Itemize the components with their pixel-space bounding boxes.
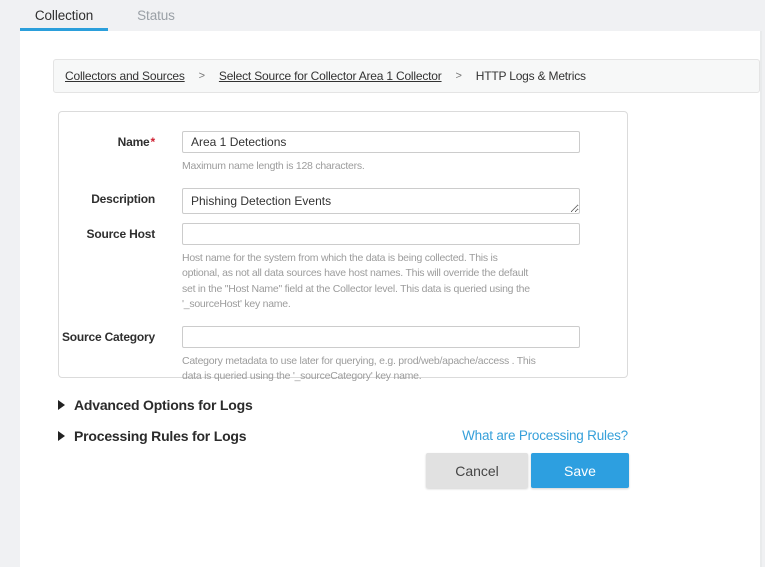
breadcrumb-separator: > [456,70,462,82]
breadcrumb-link-select-source[interactable]: Select Source for Collector Area 1 Colle… [219,69,442,83]
what-are-processing-rules-link[interactable]: What are Processing Rules? [462,428,628,443]
source-host-label: Source Host [59,223,155,245]
breadcrumb-link-collectors[interactable]: Collectors and Sources [65,69,185,83]
breadcrumb: Collectors and Sources > Select Source f… [53,59,760,93]
right-edge-divider [760,31,762,567]
name-field-control: Maximum name length is 128 characters. [182,131,580,175]
source-category-field-control: Category metadata to use later for query… [182,326,580,385]
expand-arrow-icon [58,400,65,410]
description-field-control: Phishing Detection Events [182,188,580,214]
source-host-field-control: Host name for the system from which the … [182,223,580,313]
description-label: Description [59,188,155,210]
source-category-help-text: Category metadata to use later for query… [182,354,580,385]
name-help-text: Maximum name length is 128 characters. [182,159,580,175]
description-textarea[interactable]: Phishing Detection Events [182,188,580,214]
breadcrumb-current-page: HTTP Logs & Metrics [476,69,586,83]
breadcrumb-separator: > [199,70,205,82]
source-category-field-row: Source Category Category metadata to use… [59,326,627,385]
source-config-screen: Collection Status Collectors and Sources… [0,0,765,567]
save-button[interactable]: Save [531,453,629,488]
source-host-input[interactable] [182,223,580,245]
source-host-field-row: Source Host Host name for the system fro… [59,223,627,313]
form-actions: Cancel Save [426,453,629,488]
source-category-input[interactable] [182,326,580,348]
processing-rules-section-toggle[interactable]: Processing Rules for Logs [58,428,246,444]
name-label: Name* [59,131,155,153]
processing-rules-section-title: Processing Rules for Logs [74,428,246,444]
advanced-options-section-title: Advanced Options for Logs [74,397,253,413]
active-tab-underline [20,28,108,31]
tab-status[interactable]: Status [112,0,200,31]
advanced-options-section-toggle[interactable]: Advanced Options for Logs [58,397,253,413]
description-field-row: Description Phishing Detection Events [59,188,627,214]
tab-status-label: Status [137,8,175,23]
source-host-help-text: Host name for the system from which the … [182,251,580,313]
tab-collection[interactable]: Collection [20,0,108,31]
expand-arrow-icon [58,431,65,441]
source-category-label: Source Category [59,326,155,348]
required-marker: * [151,135,155,149]
tab-collection-label: Collection [35,8,93,23]
name-input[interactable] [182,131,580,153]
name-field-row: Name* Maximum name length is 128 charact… [59,131,627,175]
cancel-button[interactable]: Cancel [426,453,528,488]
source-form-panel: Name* Maximum name length is 128 charact… [58,111,628,378]
